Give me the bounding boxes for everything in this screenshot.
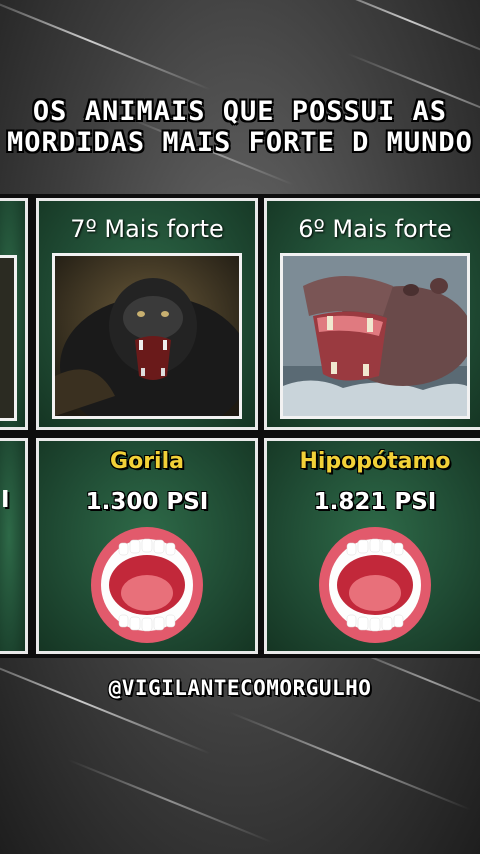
title-line-1: OS ANIMAIS QUE POSSUI AS [32,96,448,127]
rank-label: 6º Mais forte [298,215,452,243]
creator-handle: @VIGILANTECOMORGULHO [108,676,372,700]
partial-photo [0,255,17,421]
card-gorila-bottom: Gorila 1.300 PSI [36,438,258,654]
hippo-photo [280,253,470,419]
animal-name: Gorila [110,449,184,474]
animal-name: Hipopótamo [299,449,451,474]
bite-force: 1.300 PSI [85,489,209,515]
title-line-2: MORDIDAS MAIS FORTE D MUNDO [7,127,473,158]
mouth-icon [317,525,433,645]
rank-label: 7º Mais forte [70,215,224,243]
ranking-board: I 7º Mais forte 6º Mais forte Gorila 1.3… [0,194,480,658]
partial-card-bottom: I [0,438,28,654]
card-hipopotamo-top: 6º Mais forte [264,198,480,430]
gorilla-photo [52,253,242,419]
bite-force: 1.821 PSI [313,489,437,515]
card-hipopotamo-bottom: Hipopótamo 1.821 PSI [264,438,480,654]
partial-card-top [0,198,28,430]
card-gorila-top: 7º Mais forte [36,198,258,430]
partial-force-fragment: I [1,487,10,513]
mouth-icon [89,525,205,645]
page-title: OS ANIMAIS QUE POSSUI AS MORDIDAS MAIS F… [0,96,480,158]
